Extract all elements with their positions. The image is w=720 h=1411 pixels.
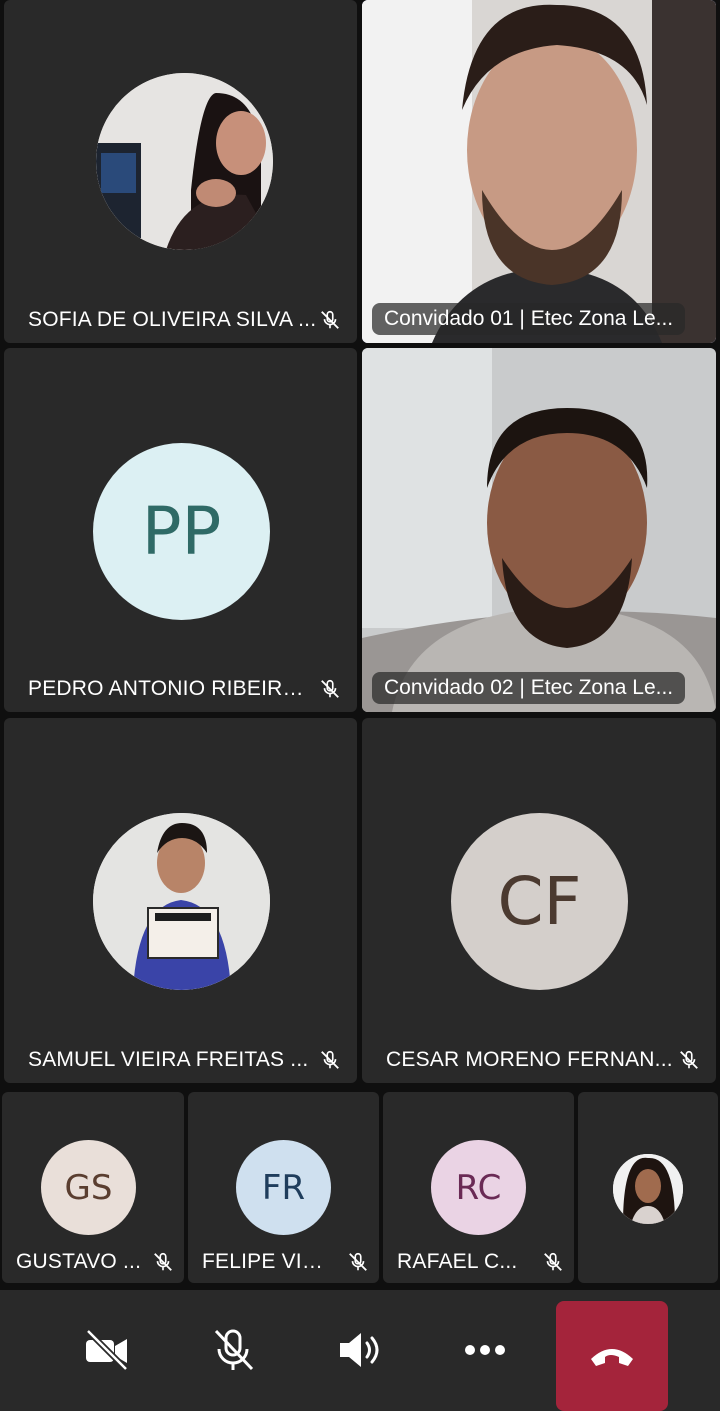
mic-off-icon xyxy=(319,1049,341,1071)
photo-image xyxy=(96,73,273,250)
participant-name-bar: SAMUEL VIEIRA FREITAS ... xyxy=(28,1045,341,1075)
participant-name: PEDRO ANTONIO RIBEIRO ... xyxy=(28,677,318,700)
participant-name: CESAR MORENO FERNAN... xyxy=(386,1048,673,1071)
participant-tile-felipe[interactable]: FR FELIPE VIV... xyxy=(188,1092,379,1283)
participant-tile-convidado-01[interactable]: Convidado 01 | Etec Zona Le... xyxy=(362,0,716,343)
camera-toggle-button[interactable] xyxy=(82,1325,132,1375)
hang-up-button[interactable] xyxy=(556,1301,668,1411)
mic-off-icon xyxy=(347,1251,369,1273)
participant-name: FELIPE VIV... xyxy=(202,1250,332,1273)
mic-toggle-button[interactable] xyxy=(208,1325,258,1375)
participant-tile-rafael[interactable]: RC RAFAEL C... xyxy=(383,1092,574,1283)
participant-video xyxy=(362,348,716,712)
participant-tile-convidado-02[interactable]: Convidado 02 | Etec Zona Le... xyxy=(362,348,716,712)
participant-name-bar: FELIPE VIV... xyxy=(202,1247,369,1277)
more-options-button[interactable] xyxy=(460,1325,510,1375)
participant-initials-avatar: PP xyxy=(93,443,270,620)
hang-up-icon xyxy=(591,1349,633,1366)
call-controls-bar xyxy=(0,1290,720,1411)
participant-tile-samuel[interactable]: SAMUEL VIEIRA FREITAS ... xyxy=(4,718,357,1083)
avatar-initials: FR xyxy=(261,1167,306,1208)
more-icon xyxy=(465,1345,505,1355)
participant-tile-gustavo[interactable]: GS GUSTAVO ... xyxy=(2,1092,184,1283)
participant-photo-avatar xyxy=(93,813,270,990)
participant-tile-cesar[interactable]: CF CESAR MORENO FERNAN... xyxy=(362,718,716,1083)
photo-image xyxy=(93,813,270,990)
photo-image xyxy=(613,1154,683,1224)
participant-name: GUSTAVO ... xyxy=(16,1250,142,1273)
avatar-initials: PP xyxy=(141,493,222,570)
speaker-button[interactable] xyxy=(334,1325,384,1375)
participant-name: RAFAEL C... xyxy=(397,1250,518,1273)
participant-photo-avatar xyxy=(613,1154,683,1224)
mic-off-icon xyxy=(678,1049,700,1071)
participant-name-label: Convidado 01 | Etec Zona Le... xyxy=(372,303,686,335)
avatar-initials: RC xyxy=(455,1167,502,1208)
participant-initials-avatar: GS xyxy=(41,1140,136,1235)
participant-initials-avatar: CF xyxy=(451,813,628,990)
mic-off-icon xyxy=(319,309,341,331)
participant-name-bar: GUSTAVO ... xyxy=(16,1247,174,1277)
participant-photo-avatar xyxy=(96,73,273,250)
mic-off-icon xyxy=(319,678,341,700)
participant-name: SAMUEL VIEIRA FREITAS ... xyxy=(28,1048,309,1071)
participant-name: SOFIA DE OLIVEIRA SILVA ... xyxy=(28,308,317,331)
participant-name: Convidado 02 | Etec Zona Le... xyxy=(384,676,674,699)
participant-name-bar: SOFIA DE OLIVEIRA SILVA ... xyxy=(28,305,341,335)
participant-tile-photo[interactable] xyxy=(578,1092,718,1283)
camera-off-icon xyxy=(85,1328,129,1372)
avatar-initials: GS xyxy=(64,1167,113,1208)
participant-tile-sofia[interactable]: SOFIA DE OLIVEIRA SILVA ... xyxy=(4,0,357,343)
avatar-initials: CF xyxy=(497,863,582,940)
participant-name: Convidado 01 | Etec Zona Le... xyxy=(384,307,674,330)
mic-off-icon xyxy=(542,1251,564,1273)
participant-initials-avatar: FR xyxy=(236,1140,331,1235)
participant-name-bar: CESAR MORENO FERNAN... xyxy=(386,1045,700,1075)
participant-video xyxy=(362,0,716,343)
participant-name-bar: RAFAEL C... xyxy=(397,1247,564,1277)
participant-tile-pedro[interactable]: PP PEDRO ANTONIO RIBEIRO ... xyxy=(4,348,357,712)
speaker-icon xyxy=(340,1333,379,1367)
mic-off-icon xyxy=(152,1251,174,1273)
participant-name-label: Convidado 02 | Etec Zona Le... xyxy=(372,672,686,704)
participant-initials-avatar: RC xyxy=(431,1140,526,1235)
participant-name-bar: PEDRO ANTONIO RIBEIRO ... xyxy=(28,674,341,704)
mic-off-icon xyxy=(214,1329,254,1371)
